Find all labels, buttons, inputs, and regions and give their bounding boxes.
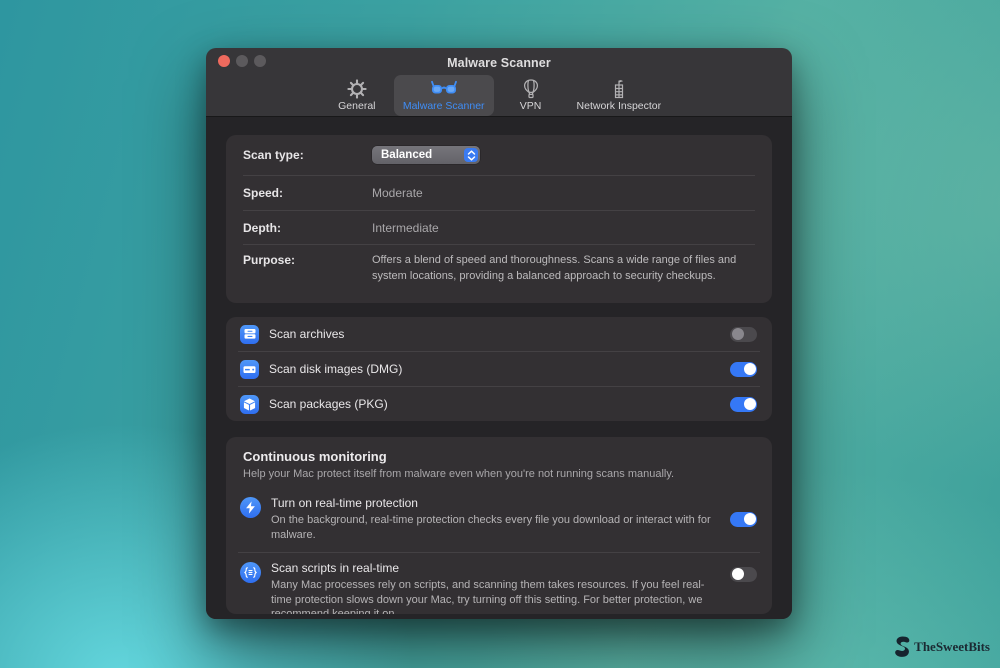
- tab-general[interactable]: General: [328, 75, 386, 116]
- tab-label: VPN: [520, 100, 542, 112]
- realtime-protection-title: Turn on real-time protection: [271, 496, 720, 510]
- scan-type-popup[interactable]: Balanced: [372, 146, 480, 164]
- bolt-icon: [240, 497, 261, 518]
- window-title: Malware Scanner: [447, 53, 551, 70]
- tab-vpn[interactable]: VPN: [502, 75, 560, 116]
- scan-disk-images-row: Scan disk images (DMG): [226, 352, 772, 386]
- depth-value: Intermediate: [372, 221, 439, 235]
- depth-row: Depth: Intermediate: [226, 211, 772, 244]
- monitoring-subheading: Help your Mac protect itself from malwar…: [226, 468, 772, 480]
- titlebar: Malware Scanner: [206, 48, 792, 74]
- thesweetbits-logo-icon: [894, 636, 910, 658]
- braces-icon: [240, 562, 261, 583]
- scan-type-label: Scan type:: [243, 148, 372, 162]
- goggles-icon: [431, 78, 457, 99]
- scan-disk-images-label: Scan disk images (DMG): [269, 362, 730, 376]
- popup-selected-value: Balanced: [381, 149, 432, 161]
- scan-archives-row: Scan archives: [226, 317, 772, 351]
- watermark: TheSweetBits: [894, 636, 990, 658]
- tab-label: Malware Scanner: [403, 100, 485, 112]
- tower-icon: [611, 78, 627, 99]
- continuous-monitoring-card: Continuous monitoring Help your Mac prot…: [226, 437, 772, 614]
- chevron-up-down-icon: [464, 148, 478, 162]
- scan-packages-toggle[interactable]: [730, 397, 757, 412]
- balloon-icon: [523, 78, 539, 99]
- realtime-protection-description: On the background, real-time protection …: [271, 513, 720, 543]
- monitoring-heading: Continuous monitoring: [226, 449, 772, 464]
- purpose-value: Offers a blend of speed and thoroughness…: [372, 253, 754, 285]
- toggle-knob: [744, 363, 756, 375]
- scan-options-card: Scan archives Scan disk images (DMG): [226, 317, 772, 421]
- scan-archives-toggle[interactable]: [730, 327, 757, 342]
- toggle-knob: [744, 513, 756, 525]
- watermark-text: TheSweetBits: [914, 639, 990, 655]
- scan-archives-label: Scan archives: [269, 327, 730, 341]
- scan-scripts-row: Scan scripts in real-time Many Mac proce…: [226, 553, 772, 614]
- close-button[interactable]: [218, 55, 230, 67]
- depth-label: Depth:: [243, 221, 372, 235]
- tab-label: Network Inspector: [577, 100, 662, 112]
- scan-scripts-toggle[interactable]: [730, 567, 757, 582]
- tab-malware-scanner[interactable]: Malware Scanner: [394, 75, 494, 116]
- tab-label: General: [338, 100, 375, 112]
- realtime-protection-row: Turn on real-time protection On the back…: [226, 488, 772, 552]
- settings-content: Scan type: Balanced Speed: Moderate Dept…: [206, 117, 792, 619]
- scan-scripts-description: Many Mac processes rely on scripts, and …: [271, 578, 720, 614]
- purpose-row: Purpose: Offers a blend of speed and tho…: [226, 245, 772, 303]
- speed-label: Speed:: [243, 186, 372, 200]
- purpose-label: Purpose:: [243, 253, 372, 267]
- archive-icon: [240, 325, 259, 344]
- speed-row: Speed: Moderate: [226, 176, 772, 210]
- scan-type-card: Scan type: Balanced Speed: Moderate Dept…: [226, 135, 772, 303]
- preferences-window: Malware Scanner General: [206, 48, 792, 619]
- speed-value: Moderate: [372, 186, 423, 200]
- realtime-protection-toggle[interactable]: [730, 512, 757, 527]
- package-icon: [240, 395, 259, 414]
- disk-image-icon: [240, 360, 259, 379]
- toggle-knob: [732, 328, 744, 340]
- minimize-button[interactable]: [236, 55, 248, 67]
- toggle-knob: [732, 568, 744, 580]
- tab-network-inspector[interactable]: Network Inspector: [568, 75, 671, 116]
- scan-scripts-title: Scan scripts in real-time: [271, 561, 720, 575]
- toggle-knob: [744, 398, 756, 410]
- scan-packages-label: Scan packages (PKG): [269, 397, 730, 411]
- gear-icon: [347, 78, 367, 99]
- scan-type-row: Scan type: Balanced: [226, 135, 772, 175]
- scan-packages-row: Scan packages (PKG): [226, 387, 772, 421]
- preferences-toolbar: General Malware Scanner: [206, 74, 792, 117]
- zoom-button[interactable]: [254, 55, 266, 67]
- scan-disk-images-toggle[interactable]: [730, 362, 757, 377]
